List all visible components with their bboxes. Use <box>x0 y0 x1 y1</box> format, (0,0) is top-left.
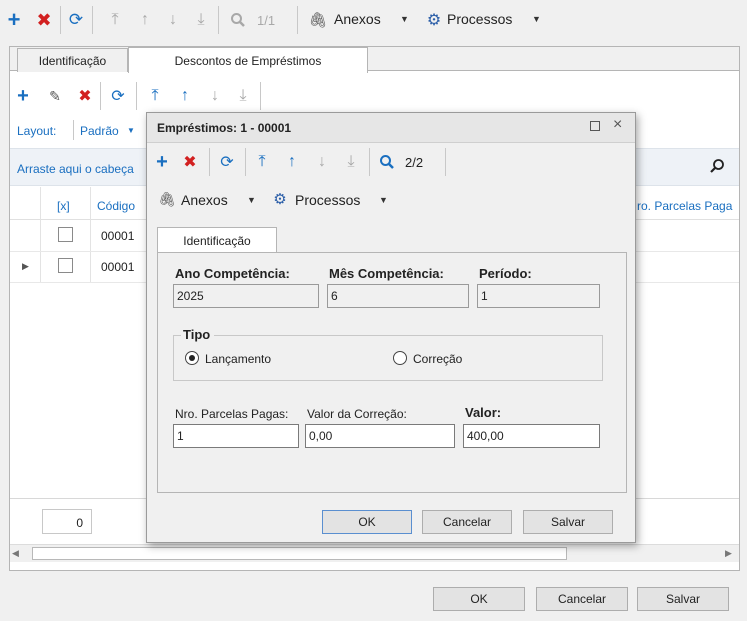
record-counter: 2/2 <box>405 155 424 170</box>
record-counter: 1/1 <box>257 13 276 28</box>
row-codigo: 00001 <box>101 229 135 243</box>
delete-icon[interactable]: ✖ <box>76 85 94 107</box>
close-icon[interactable]: × <box>613 116 622 134</box>
previous-record-icon[interactable]: ↑ <box>283 151 301 173</box>
tipo-label: Tipo <box>181 327 215 342</box>
first-record-icon[interactable]: ⤒ <box>146 85 164 107</box>
chevron-down-icon[interactable]: ▼ <box>400 14 409 24</box>
add-icon[interactable]: + <box>4 7 24 32</box>
anexos-menu[interactable]: Anexos <box>334 11 381 27</box>
horizontal-scrollbar[interactable]: ◀ ▶ <box>10 544 739 562</box>
previous-record-icon[interactable]: ↑ <box>176 85 194 107</box>
add-icon[interactable]: + <box>14 85 32 107</box>
radio-lancamento-label[interactable]: Lançamento <box>205 352 271 366</box>
next-record-icon[interactable]: ↓ <box>164 9 182 31</box>
anexos-menu[interactable]: Anexos <box>181 192 228 208</box>
scrollbar-thumb[interactable] <box>32 547 567 560</box>
add-icon[interactable]: + <box>153 151 171 173</box>
edit-icon[interactable]: ✎ <box>46 85 64 107</box>
column-header-codigo[interactable]: Código <box>97 199 135 213</box>
save-button[interactable]: Salvar <box>637 587 729 611</box>
delete-icon[interactable]: ✖ <box>181 151 199 173</box>
gear-icon[interactable]: ⚙ <box>425 9 443 31</box>
correcao-label: Valor da Correção: <box>307 407 407 421</box>
last-record-icon[interactable]: ⤓ <box>192 9 210 31</box>
maximize-icon[interactable] <box>590 121 600 131</box>
mes-competencia-label: Mês Competência: <box>329 266 444 281</box>
radio-correcao[interactable] <box>393 351 407 365</box>
search-icon[interactable] <box>228 9 248 31</box>
column-header-parcelas[interactable]: ro. Parcelas Paga <box>637 199 732 213</box>
layout-select[interactable]: Padrão <box>80 124 119 138</box>
previous-record-icon[interactable]: ↑ <box>136 9 154 31</box>
layout-label: Layout: <box>17 124 57 138</box>
next-record-icon[interactable]: ↓ <box>206 85 224 107</box>
paperclip-icon[interactable]: 🖇 <box>308 9 327 31</box>
tab-identificacao[interactable]: Identificação <box>17 48 128 72</box>
search-icon[interactable] <box>706 155 728 177</box>
refresh-icon[interactable]: ⟳ <box>217 151 237 173</box>
next-record-icon[interactable]: ↓ <box>313 151 331 173</box>
row-indicator-icon: ▶ <box>22 261 29 271</box>
processos-menu[interactable]: Processos <box>295 192 360 208</box>
processos-menu[interactable]: Processos <box>447 11 512 27</box>
periodo-label: Período: <box>479 266 532 281</box>
last-record-icon[interactable]: ⤓ <box>342 151 360 173</box>
group-by-hint: Arraste aqui o cabeça <box>17 162 134 176</box>
first-record-icon[interactable]: ⤒ <box>106 9 124 31</box>
mes-competencia-field[interactable]: 6 <box>327 284 469 308</box>
last-record-icon[interactable]: ⤓ <box>234 85 252 107</box>
refresh-icon[interactable]: ⟳ <box>66 9 86 31</box>
dialog-title: Empréstimos: 1 - 00001 <box>157 121 292 135</box>
chevron-down-icon[interactable]: ▼ <box>247 195 256 205</box>
parcelas-label: Nro. Parcelas Pagas: <box>175 407 289 421</box>
gear-icon[interactable]: ⚙ <box>271 188 289 210</box>
row-checkbox[interactable] <box>58 227 73 242</box>
top-toolbar: + ✖ ⟳ ⤒ ↑ ↓ ⤓ 1/1 🖇 Anexos ▼ ⚙ Processos… <box>0 0 747 40</box>
tab-descontos-emprestimos[interactable]: Descontos de Empréstimos <box>128 47 368 73</box>
dialog-cancel-button[interactable]: Cancelar <box>422 510 512 534</box>
scroll-left-icon[interactable]: ◀ <box>12 548 19 559</box>
dialog-save-button[interactable]: Salvar <box>523 510 613 534</box>
emprestimo-dialog: Empréstimos: 1 - 00001 × + ✖ ⟳ ⤒ ↑ ↓ ⤓ 2… <box>146 112 636 543</box>
dialog-ok-button[interactable]: OK <box>322 510 412 534</box>
correcao-field[interactable]: 0,00 <box>305 424 455 448</box>
valor-label: Valor: <box>465 405 502 420</box>
ano-competencia-field[interactable]: 2025 <box>173 284 319 308</box>
chevron-down-icon[interactable]: ▼ <box>127 126 135 135</box>
cancel-button[interactable]: Cancelar <box>536 587 628 611</box>
radio-lancamento[interactable] <box>185 351 199 365</box>
ano-competencia-label: Ano Competência: <box>175 266 290 281</box>
tab-identificacao[interactable]: Identificação <box>157 227 277 253</box>
chevron-down-icon[interactable]: ▼ <box>379 195 388 205</box>
scroll-right-icon[interactable]: ▶ <box>725 548 732 559</box>
row-codigo: 00001 <box>101 260 135 274</box>
column-header-select[interactable]: [x] <box>57 199 70 213</box>
ok-button[interactable]: OK <box>433 587 525 611</box>
refresh-icon[interactable]: ⟳ <box>108 85 128 107</box>
valor-field[interactable]: 400,00 <box>463 424 600 448</box>
record-count-field: 0 <box>42 509 92 534</box>
radio-selected-dot <box>189 355 195 361</box>
row-checkbox[interactable] <box>58 258 73 273</box>
first-record-icon[interactable]: ⤒ <box>253 151 271 173</box>
delete-icon[interactable]: ✖ <box>34 9 54 31</box>
periodo-field[interactable]: 1 <box>477 284 600 308</box>
sub-toolbar: + ✎ ✖ ⟳ ⤒ ↑ ↓ ⤓ <box>10 80 739 112</box>
search-icon[interactable] <box>377 151 397 173</box>
radio-correcao-label[interactable]: Correção <box>413 352 462 366</box>
paperclip-icon[interactable]: 🖇 <box>158 188 176 210</box>
parcelas-field[interactable]: 1 <box>173 424 299 448</box>
chevron-down-icon[interactable]: ▼ <box>532 14 541 24</box>
